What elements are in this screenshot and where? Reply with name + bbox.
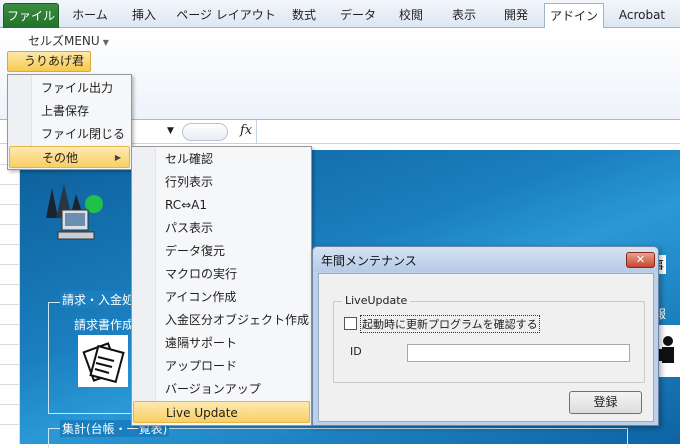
- liveupdate-group: LiveUpdate 起動時に更新プログラムを確認する ID: [333, 294, 645, 383]
- menu-item-remote-support[interactable]: 遠隔サポート: [133, 332, 310, 354]
- tab-page-layout[interactable]: ページ レイアウト: [172, 3, 280, 28]
- dialog-titlebar[interactable]: 年間メンテナンス ✕: [313, 247, 658, 272]
- cells-menu-label[interactable]: セルズMENU ▼: [28, 32, 109, 49]
- tab-formulas[interactable]: 数式: [283, 3, 325, 28]
- menu-item-other[interactable]: その他 ▶: [9, 146, 130, 168]
- tab-view[interactable]: 表示: [442, 3, 486, 28]
- menu-item-rc-a1[interactable]: RC⇔A1: [133, 194, 310, 216]
- chevron-right-icon: ▶: [114, 153, 121, 162]
- menu-item-create-payment-object[interactable]: 入金区分オブジェクト作成: [133, 309, 310, 331]
- tab-file[interactable]: ファイル: [3, 3, 59, 28]
- formula-bar-divider: [256, 120, 257, 144]
- dialog-title: 年間メンテナンス: [321, 254, 417, 268]
- group-legend: LiveUpdate: [342, 294, 411, 307]
- menu-item-file-output[interactable]: ファイル出力: [9, 77, 130, 99]
- tab-review[interactable]: 校閲: [390, 3, 432, 28]
- menu-item-create-icon[interactable]: アイコン作成: [133, 286, 310, 308]
- id-label: ID: [350, 345, 362, 358]
- cells-menu-text: セルズMENU: [28, 34, 100, 48]
- close-icon[interactable]: ✕: [626, 252, 655, 268]
- check-updates-label[interactable]: 起動時に更新プログラムを確認する: [360, 315, 540, 333]
- other-submenu: セル確認 行列表示 RC⇔A1 パス表示 データ復元 マクロの実行 アイコン作成…: [131, 146, 312, 426]
- chevron-down-icon: ▼: [102, 38, 109, 47]
- formula-bar-handle[interactable]: [182, 123, 228, 141]
- menu-item-other-label: その他: [42, 151, 79, 165]
- tab-data[interactable]: データ: [333, 3, 383, 28]
- id-input[interactable]: [407, 344, 630, 362]
- uriage-kun-label: うりあげ君: [24, 54, 85, 68]
- invoice-create-label: 請求書作成: [74, 318, 135, 332]
- sheet-grid: [0, 145, 20, 444]
- menu-item-version-up[interactable]: バージョンアップ: [133, 378, 310, 400]
- tab-home[interactable]: ホーム: [64, 3, 116, 28]
- documents-icon: [82, 342, 125, 384]
- menu-item-overwrite-save[interactable]: 上書保存: [9, 100, 130, 122]
- uriage-kun-button[interactable]: うりあげ君▼: [7, 51, 91, 86]
- check-updates-checkbox[interactable]: [344, 317, 357, 330]
- register-button[interactable]: 登録: [569, 391, 642, 414]
- invoice-icon[interactable]: [78, 335, 128, 387]
- dialog-body: LiveUpdate 起動時に更新プログラムを確認する ID 登録: [318, 273, 654, 422]
- tab-addins[interactable]: アドイン: [544, 3, 604, 29]
- menu-item-path-display[interactable]: パス表示: [133, 217, 310, 239]
- section-billing-title: 請求・入金処: [60, 291, 137, 308]
- menu-item-run-macro[interactable]: マクロの実行: [133, 263, 310, 285]
- menu-item-data-restore[interactable]: データ復元: [133, 240, 310, 262]
- menu-item-upload[interactable]: アップロード: [133, 355, 310, 377]
- function-icon[interactable]: fx: [240, 123, 252, 138]
- menu-item-live-update[interactable]: Live Update: [133, 401, 310, 423]
- computer-logo-icon: [46, 184, 103, 240]
- namebox-dropdown-icon[interactable]: ▼: [167, 126, 174, 136]
- annual-maintenance-dialog: 年間メンテナンス ✕ LiveUpdate 起動時に更新プログラムを確認する I…: [312, 246, 659, 426]
- tab-insert[interactable]: 挿入: [122, 3, 166, 28]
- tab-acrobat[interactable]: Acrobat: [610, 3, 674, 28]
- uriage-kun-menu: ファイル出力 上書保存 ファイル閉じる その他 ▶: [7, 74, 132, 170]
- menu-item-file-close[interactable]: ファイル閉じる: [9, 123, 130, 145]
- menu-item-row-col-display[interactable]: 行列表示: [133, 171, 310, 193]
- menu-item-cell-check[interactable]: セル確認: [133, 148, 310, 170]
- tab-developer[interactable]: 開発: [494, 3, 538, 28]
- ribbon-tab-bar: ファイル ホーム 挿入 ページ レイアウト 数式 データ 校閲 表示 開発 アド…: [0, 0, 680, 29]
